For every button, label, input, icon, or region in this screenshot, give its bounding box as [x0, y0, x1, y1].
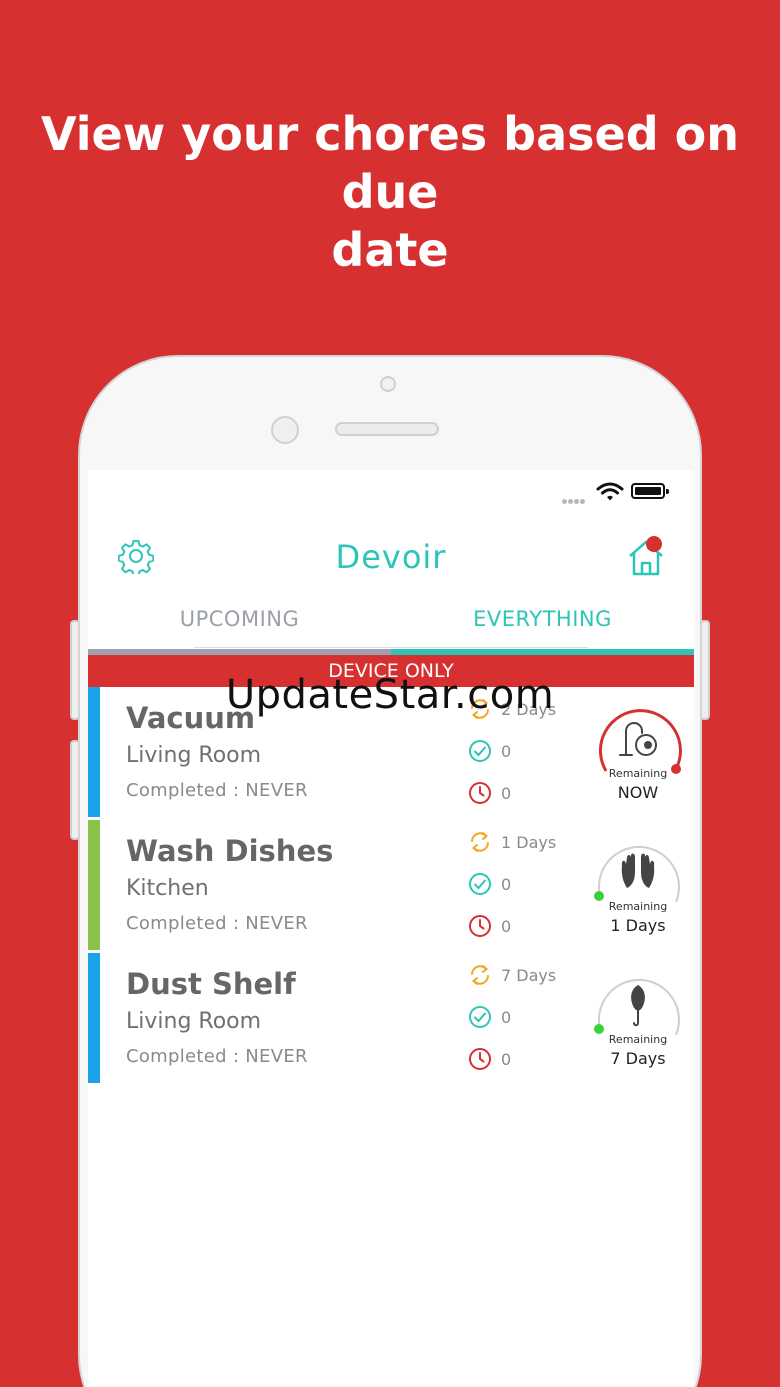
status-bar — [88, 470, 694, 514]
remaining-label: Remaining — [608, 900, 668, 913]
chore-completed: Completed : NEVER — [126, 913, 308, 934]
remaining-gauge: Remaining NOW — [592, 703, 684, 802]
check-circle-icon — [469, 873, 491, 895]
repeat-icon — [471, 832, 489, 852]
notification-badge — [646, 536, 662, 552]
chore-color-bar — [88, 820, 100, 950]
missed-count-text: 0 — [501, 917, 512, 936]
frequency-text: 1 Days — [501, 833, 557, 852]
device-only-banner: DEVICE ONLY — [88, 655, 694, 687]
phone-camera — [380, 376, 396, 392]
vacuum-icon — [619, 722, 657, 756]
done-count-text: 0 — [501, 742, 512, 761]
done-count-text: 0 — [501, 875, 512, 894]
chore-name: Vacuum — [126, 701, 256, 735]
frequency-text: 7 Days — [501, 966, 557, 985]
repeat-icon — [471, 965, 489, 985]
chore-completed: Completed : NEVER — [126, 1046, 308, 1067]
chore-room: Living Room — [126, 1009, 262, 1034]
top-bar: Devoir — [88, 530, 694, 648]
chore-completed: Completed : NEVER — [126, 780, 308, 801]
gloves-icon — [621, 853, 655, 888]
phone-speaker — [335, 422, 439, 436]
headline: View your chores based on due date — [0, 105, 780, 279]
repeat-icon — [471, 699, 489, 719]
clock-icon — [469, 1048, 491, 1070]
remaining-label: Remaining — [608, 1033, 668, 1046]
clock-icon — [469, 782, 491, 804]
remaining-gauge: Remaining 7 Days — [592, 969, 684, 1068]
app-screen: Devoir UPCOMING EVERYTHING DEVICE ONLY V… — [88, 470, 694, 1387]
done-count-text: 0 — [501, 1008, 512, 1027]
chore-room: Living Room — [126, 743, 262, 768]
tab-bar: UPCOMING EVERYTHING — [88, 600, 694, 656]
duster-icon — [631, 985, 645, 1027]
remaining-value: 1 Days — [610, 916, 666, 935]
check-circle-icon — [469, 740, 491, 762]
missed-count-text: 0 — [501, 784, 512, 803]
chore-row[interactable]: Vacuum Living Room Completed : NEVER 2 D… — [88, 687, 694, 817]
remaining-value: 7 Days — [610, 1049, 666, 1068]
chore-row[interactable]: Dust Shelf Living Room Completed : NEVER… — [88, 953, 694, 1083]
clock-icon — [469, 915, 491, 937]
chore-name: Wash Dishes — [126, 834, 334, 868]
chore-color-bar — [88, 953, 100, 1083]
chore-row[interactable]: Wash Dishes Kitchen Completed : NEVER 1 … — [88, 820, 694, 950]
battery-icon — [631, 483, 669, 499]
tab-upcoming[interactable]: UPCOMING — [88, 600, 391, 656]
chore-room: Kitchen — [126, 876, 209, 901]
check-circle-icon — [469, 1006, 491, 1028]
headline-line-2: date — [331, 223, 449, 277]
chore-color-bar — [88, 687, 100, 817]
tab-everything[interactable]: EVERYTHING — [391, 600, 694, 656]
remaining-value: NOW — [617, 783, 659, 802]
frequency-text: 2 Days — [501, 700, 557, 719]
wifi-icon — [596, 482, 624, 501]
phone-sensor — [271, 416, 299, 444]
missed-count-text: 0 — [501, 1050, 512, 1069]
chore-name: Dust Shelf — [126, 967, 296, 1001]
app-title: Devoir — [335, 538, 447, 576]
signal-icon — [562, 491, 592, 504]
remaining-label: Remaining — [608, 767, 668, 780]
remaining-gauge: Remaining 1 Days — [592, 836, 684, 935]
headline-line-1: View your chores based on due — [40, 107, 740, 219]
